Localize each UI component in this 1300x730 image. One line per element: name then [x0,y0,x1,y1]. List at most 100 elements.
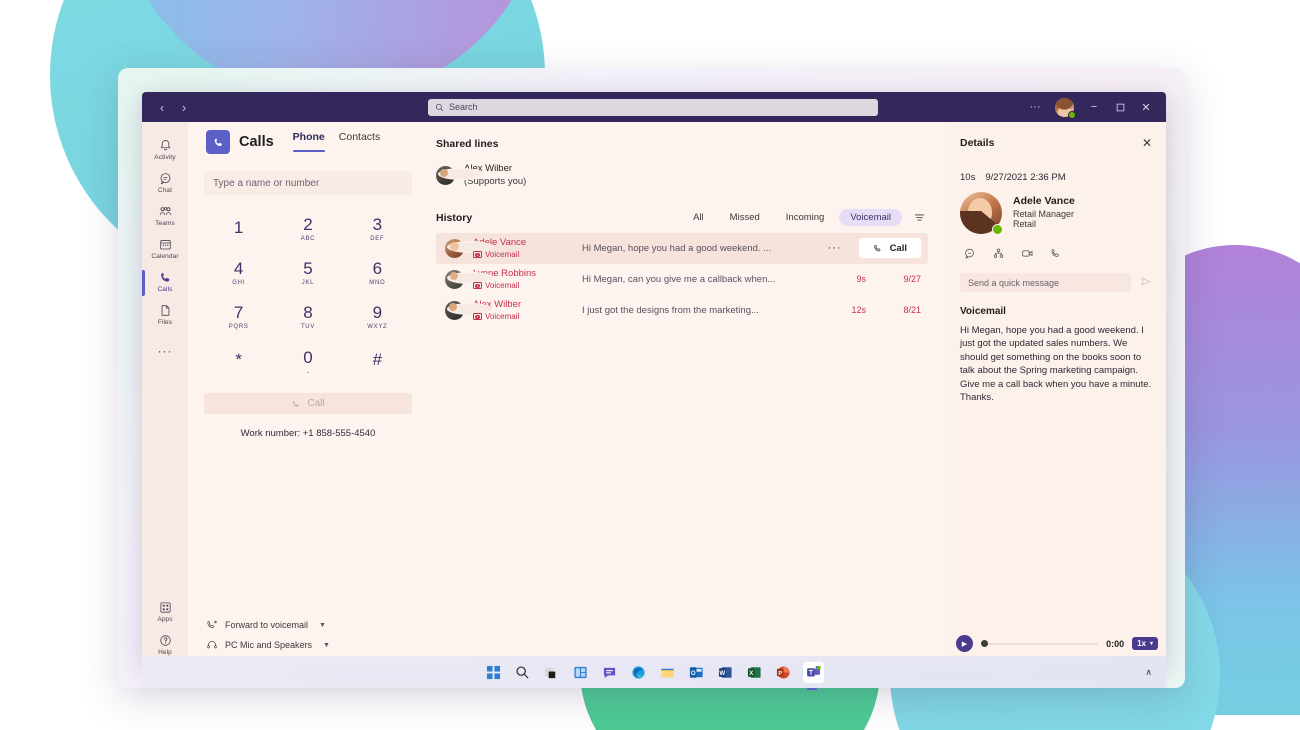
tab-phone[interactable]: Phone [292,131,325,154]
close-button[interactable]: ✕ [1134,96,1158,118]
key-2[interactable]: 2 ABC [273,209,342,249]
chat-icon[interactable] [962,246,977,261]
key-6[interactable]: 6 MNO [343,253,412,293]
search-icon [515,665,529,679]
play-icon[interactable]: ▶ [956,635,973,652]
sidebar-item-calls[interactable]: Calls [142,264,188,297]
playback-speed-button[interactable]: 1x ▾ [1132,637,1158,650]
call-button[interactable]: Call [204,393,412,414]
maximize-button[interactable] [1108,96,1132,118]
send-icon[interactable] [1139,275,1152,291]
row-more-button[interactable]: ··· [820,242,850,254]
voicemail-transcript: Hi Megan, hope you had a good weekend. I… [960,325,1152,404]
start-button[interactable] [484,663,502,681]
key-0[interactable]: 0 · [273,341,342,381]
teams-button[interactable] [803,661,824,690]
call-duration: 10s [960,172,976,183]
key-8[interactable]: 8 TUV [273,297,342,337]
file-icon [161,305,169,316]
search-button[interactable] [513,663,531,681]
key-star[interactable]: * [204,341,273,381]
tab-contacts[interactable]: Contacts [339,131,380,154]
filter-incoming[interactable]: Incoming [775,209,836,226]
shared-line-item[interactable]: Alex Wilber (Supports you) [436,163,928,189]
back-button[interactable]: ‹ [152,97,172,117]
presence-indicator [447,271,493,284]
svg-text:P: P [778,670,782,676]
excel-button[interactable]: X [745,663,763,681]
forward-to-voicemail-option[interactable]: Forward to voicemail ▼ [204,615,412,635]
key-digit: 8 [303,303,313,322]
chevron-down-icon[interactable]: ▼ [319,622,326,629]
key-1[interactable]: 1 [204,209,273,249]
app-header: Calls Phone Contacts [204,122,412,162]
audio-device-option[interactable]: PC Mic and Speakers ▼ [204,635,412,655]
file-explorer-button[interactable] [658,663,676,681]
voicemail-icon [473,281,482,289]
task-view-button[interactable] [542,663,560,681]
presence-indicator [992,224,1003,235]
voicemail-preview: Hi Megan, hope you had a good weekend. .… [582,242,772,254]
more-options-button[interactable]: ··· [1023,96,1047,118]
details-person-info: Adele Vance Retail Manager Retail [1013,192,1075,229]
teams-people-icon [159,207,171,215]
sidebar-item-calendar[interactable]: Calendar [142,231,188,264]
presence-indicator [447,240,493,253]
key-digit: 6 [372,259,383,278]
key-letters: ABC [300,236,316,242]
powerpoint-button[interactable]: P [774,663,792,681]
player-scrubber[interactable] [981,640,1099,647]
sidebar-item-chat[interactable]: Chat [142,165,188,198]
phone-call-icon[interactable] [1049,246,1064,261]
filter-all[interactable]: All [682,209,715,226]
filter-voicemail[interactable]: Voicemail [839,209,902,227]
key-3[interactable]: 3 DEF [343,209,412,249]
sidebar-item-teams[interactable]: Teams [142,198,188,231]
user-avatar[interactable] [1055,97,1076,119]
call-type: Voicemail [473,281,569,290]
key-5[interactable]: 5 JKL [273,253,342,293]
org-chart-icon[interactable] [991,246,1006,261]
history-filters: All Missed Incoming Voicemail [682,209,928,227]
left-rail: Activity Chat Teams Calendar Calls Files… [142,122,188,666]
word-button[interactable]: W [716,663,734,681]
row-call-button[interactable]: Call [858,238,921,259]
table-row[interactable]: Adele Vance Voicemail Hi Megan, hope you… [436,232,928,264]
key-letters: · [306,366,310,377]
search-placeholder-text: Search [449,102,478,112]
minimize-button[interactable]: − [1082,96,1106,118]
chat-button[interactable] [600,663,618,681]
windows-logo-icon [486,665,500,679]
scrubber-handle[interactable] [981,640,988,647]
call-type: Voicemail [473,312,569,321]
sidebar-item-files[interactable]: Files [142,297,188,330]
sidebar-item-apps[interactable]: Apps [142,594,188,627]
close-icon[interactable]: ✕ [1142,136,1152,150]
table-row[interactable]: Alex Wilber Voicemail I just got the des… [436,295,928,326]
dial-input[interactable]: Type a name or number [204,171,412,195]
edge-button[interactable] [629,663,647,681]
search-bar[interactable]: Search [428,98,878,116]
outlook-button[interactable]: O [687,663,705,681]
key-4[interactable]: 4 GHI [204,253,273,293]
forward-button[interactable]: › [174,97,194,117]
key-hash[interactable]: # [343,341,412,381]
filter-missed[interactable]: Missed [719,209,771,226]
filter-icon[interactable] [910,209,928,227]
quick-message-input[interactable]: Send a quick message [960,273,1131,292]
sidebar-more-button[interactable]: ··· [142,330,188,362]
table-row[interactable]: Lynne Robbins Voicemail Hi Megan, can yo… [436,264,928,295]
playback-speed-label: 1x [1137,639,1146,648]
key-letters: WXYZ [367,324,388,330]
key-7[interactable]: 7 PQRS [204,297,273,337]
system-tray-caret[interactable]: ∧ [1145,667,1152,678]
widgets-button[interactable] [571,663,589,681]
key-letters: PQRS [228,324,249,330]
chevron-down-icon[interactable]: ▼ [323,642,330,649]
sidebar-item-activity[interactable]: Activity [142,132,188,165]
voicemail-preview: I just got the designs from the marketin… [582,304,759,316]
video-call-icon[interactable] [1020,246,1035,261]
details-title: Details [960,137,995,149]
key-9[interactable]: 9 WXYZ [343,297,412,337]
contact-department: Retail [1013,219,1037,229]
